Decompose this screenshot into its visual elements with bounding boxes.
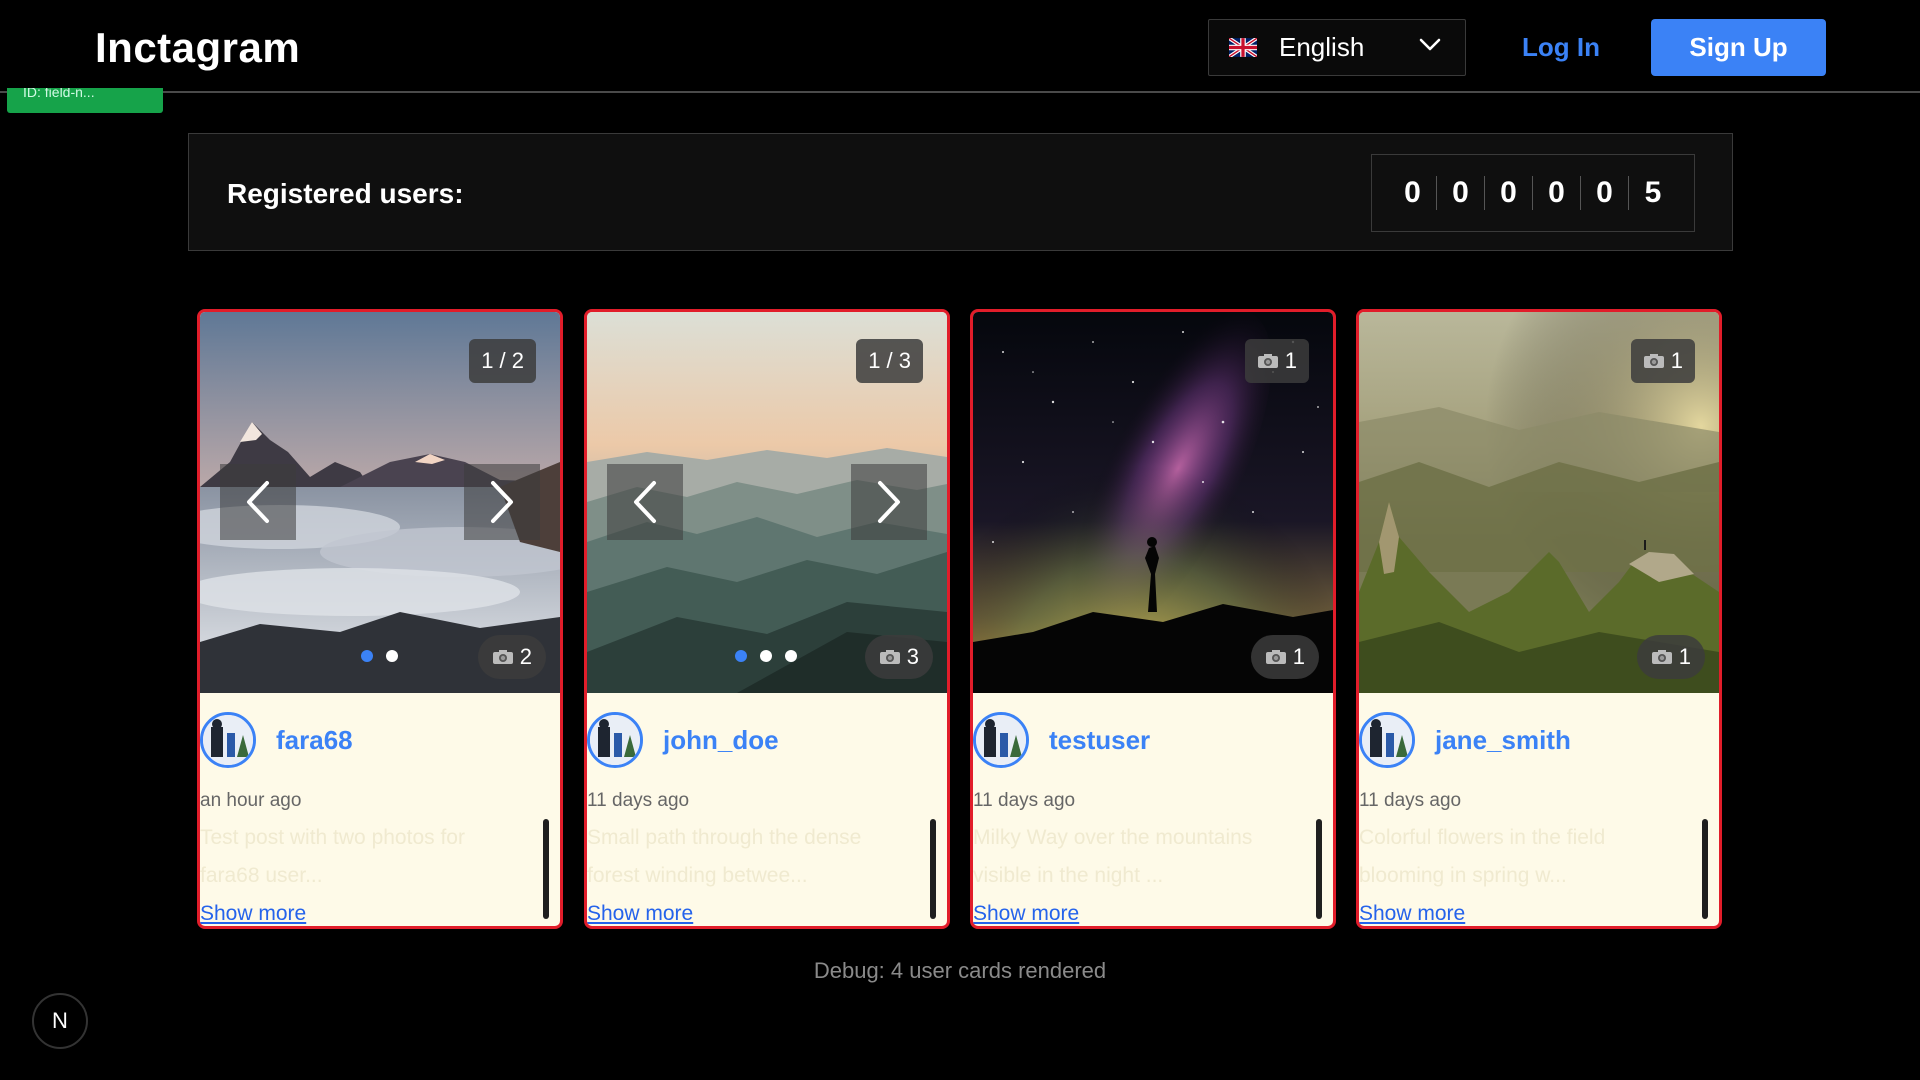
- login-link[interactable]: Log In: [1522, 32, 1600, 63]
- show-more-link[interactable]: Show more: [973, 902, 1079, 926]
- show-more-link[interactable]: Show more: [587, 902, 693, 926]
- camera-icon: [492, 650, 513, 664]
- photo-count: 2: [519, 644, 532, 669]
- slide-counter-badge: 1 / 2: [469, 339, 536, 383]
- avatar[interactable]: [973, 712, 1029, 768]
- post-card[interactable]: 1 1 jane_smith 11 days ago Colorful flow…: [1356, 309, 1722, 929]
- author-username[interactable]: fara68: [276, 725, 353, 756]
- author-username[interactable]: jane_smith: [1435, 725, 1571, 756]
- author-username[interactable]: testuser: [1049, 725, 1150, 756]
- post-time: 11 days ago: [587, 790, 690, 811]
- camera-icon: [1643, 354, 1664, 368]
- counter-digit: 0: [1581, 176, 1629, 210]
- camera-icon: [1257, 354, 1278, 368]
- photo-count: 3: [906, 644, 919, 669]
- camera-icon: [879, 650, 900, 664]
- nextjs-dev-badge[interactable]: N: [32, 993, 88, 1049]
- slide-counter-badge: 1 / 3: [856, 339, 923, 383]
- carousel-dots: [735, 650, 797, 662]
- camera-icon: [1651, 650, 1672, 664]
- post-card[interactable]: 1 / 3 3 john_doe 11 days ago Small path …: [584, 309, 950, 929]
- camera-icon: [1265, 650, 1286, 664]
- post-time: 11 days ago: [1359, 790, 1462, 811]
- post-image: 1 1: [1359, 312, 1719, 693]
- description-scrollbar[interactable]: [1702, 819, 1708, 919]
- post-author: testuser: [973, 712, 1150, 768]
- language-label: English: [1279, 32, 1365, 62]
- photo-count-badge-top: 1: [1630, 339, 1695, 383]
- post-author: john_doe: [587, 712, 779, 768]
- avatar[interactable]: [587, 712, 643, 768]
- counter-digit: 0: [1533, 176, 1581, 210]
- top-header: Inctagram English Log In Sign Up: [0, 0, 1920, 93]
- photo-count-badge: 3: [864, 635, 933, 679]
- description-scrollbar[interactable]: [1316, 819, 1322, 919]
- language-select[interactable]: English: [1208, 19, 1466, 76]
- chevron-right-icon: [878, 481, 900, 523]
- signup-button[interactable]: Sign Up: [1651, 19, 1826, 76]
- post-image: 1 1: [973, 312, 1333, 693]
- post-description: Test post with two photos for fara68 use…: [200, 826, 465, 887]
- next-slide-button[interactable]: [464, 464, 540, 540]
- carousel-dots: [361, 650, 398, 662]
- previous-slide-button[interactable]: [220, 464, 296, 540]
- post-card[interactable]: 1 / 2 2 fara68 an hour ago Test post wit…: [197, 309, 563, 929]
- post-description: Milky Way over the mountains visible in …: [973, 826, 1253, 887]
- registered-users-label: Registered users:: [227, 178, 464, 209]
- author-username[interactable]: john_doe: [663, 725, 779, 756]
- description-scrollbar[interactable]: [930, 819, 936, 919]
- show-more-link[interactable]: Show more: [1359, 902, 1465, 926]
- avatar[interactable]: [1359, 712, 1415, 768]
- counter-digit: 5: [1644, 176, 1662, 209]
- next-slide-button[interactable]: [851, 464, 927, 540]
- photo-count-badge-top: 1: [1244, 339, 1309, 383]
- chevron-left-icon: [247, 481, 269, 523]
- photo-count: 1: [1678, 644, 1691, 669]
- chevron-left-icon: [634, 481, 656, 523]
- counter-digit: 0: [1485, 176, 1533, 210]
- counter-digit: 0: [1389, 176, 1437, 210]
- debug-text: Debug: 4 user cards rendered: [813, 958, 1107, 983]
- post-image: 1 / 3 3: [587, 312, 947, 693]
- app-logo[interactable]: Inctagram: [95, 24, 300, 72]
- uk-flag-icon: [1229, 38, 1257, 57]
- photo-count: 1: [1292, 644, 1305, 669]
- carousel-dot[interactable]: [785, 650, 797, 662]
- carousel-dot[interactable]: [386, 650, 398, 662]
- photo-count-badge: 1: [1250, 635, 1319, 679]
- show-more-link[interactable]: Show more: [200, 902, 306, 926]
- chevron-right-icon: [491, 481, 513, 523]
- photo-count: 1: [1670, 348, 1683, 373]
- carousel-dot[interactable]: [760, 650, 772, 662]
- user-counter: 0 0 0 0 0 5: [1371, 154, 1695, 232]
- post-description: Colorful flowers in the field blooming i…: [1359, 826, 1606, 887]
- avatar[interactable]: [200, 712, 256, 768]
- carousel-dot[interactable]: [361, 650, 373, 662]
- carousel-dot[interactable]: [735, 650, 747, 662]
- chevron-down-icon: [1419, 38, 1441, 51]
- registered-users-panel: Registered users: 0 0 0 0 0 5: [188, 133, 1733, 251]
- post-image: 1 / 2 2: [200, 312, 560, 693]
- post-author: jane_smith: [1359, 712, 1571, 768]
- post-author: fara68: [200, 712, 353, 768]
- post-card[interactable]: 1 1 testuser 11 days ago Milky Way over …: [970, 309, 1336, 929]
- counter-digit: 0: [1437, 176, 1485, 210]
- photo-count-badge: 1: [1636, 635, 1705, 679]
- photo-count-badge: 2: [477, 635, 546, 679]
- post-time: 11 days ago: [973, 790, 1076, 811]
- previous-slide-button[interactable]: [607, 464, 683, 540]
- post-description: Small path through the dense forest wind…: [587, 826, 862, 887]
- post-time: an hour ago: [200, 790, 302, 811]
- dev-field-tag: ID: field-n...: [7, 88, 163, 113]
- photo-count: 1: [1284, 348, 1297, 373]
- description-scrollbar[interactable]: [543, 819, 549, 919]
